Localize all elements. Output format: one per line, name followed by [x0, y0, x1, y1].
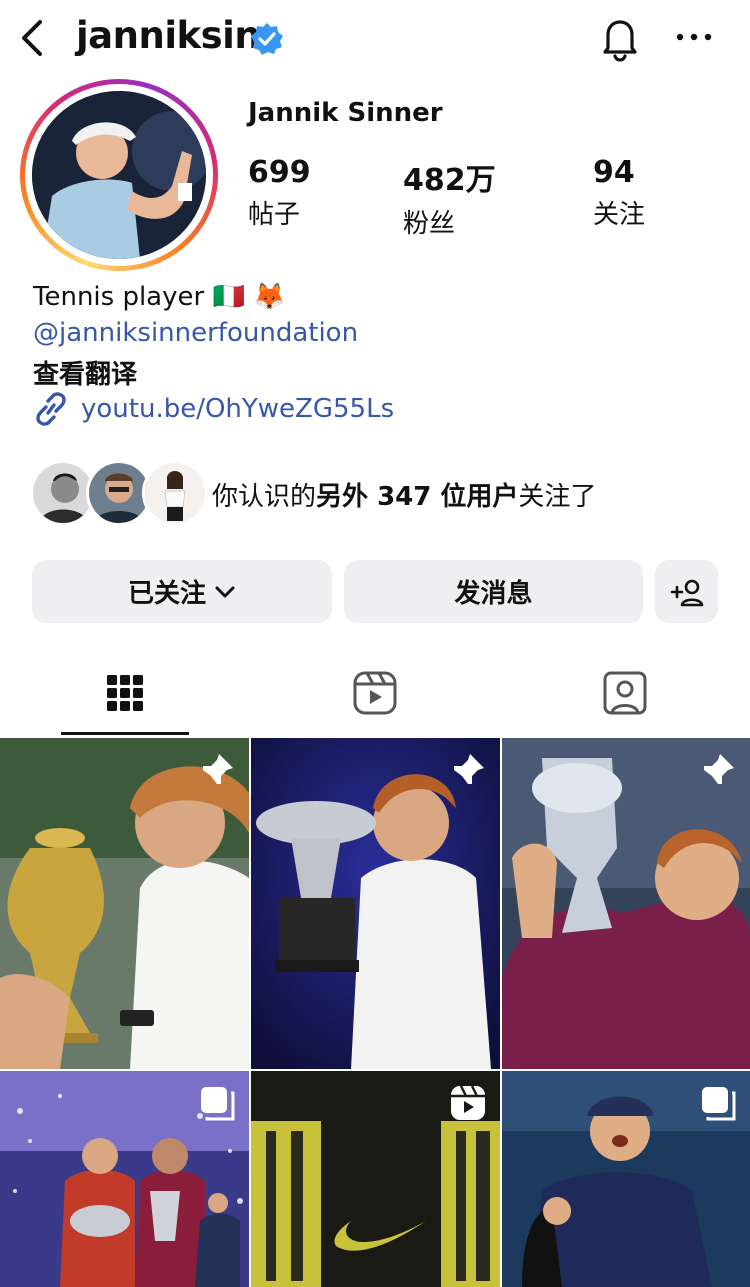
post-thumbnail[interactable] — [251, 1071, 500, 1287]
stat-following-value: 94 — [593, 155, 635, 190]
mutual-followers-text: 你认识的另外 347 位用户关注了 — [212, 476, 596, 513]
stat-followers-label: 粉丝 — [403, 209, 456, 239]
carousel-icon — [702, 1087, 736, 1121]
see-translation-link[interactable]: 查看翻译 — [33, 354, 137, 391]
reel-icon — [451, 1085, 485, 1120]
bio-text: Tennis player 🇮🇹 🦊 — [33, 282, 286, 312]
post-thumbnail[interactable] — [251, 738, 500, 1069]
stat-following[interactable]: 94 关注 — [593, 155, 645, 231]
chevron-down-icon — [215, 586, 235, 597]
post-thumbnail[interactable] — [0, 738, 249, 1069]
link-icon — [36, 392, 66, 426]
grid-icon — [107, 675, 143, 711]
message-button[interactable]: 发消息 — [344, 560, 643, 623]
reels-icon — [353, 671, 397, 715]
stat-followers[interactable]: 482万 粉丝 — [403, 155, 496, 240]
stat-posts[interactable]: 699 帖子 — [248, 155, 311, 231]
post-thumbnail[interactable] — [0, 1071, 249, 1287]
back-arrow-icon[interactable] — [14, 16, 50, 60]
posts-grid — [0, 738, 750, 1287]
verified-badge-icon — [251, 23, 283, 55]
pin-icon — [452, 754, 484, 786]
more-options-icon[interactable] — [672, 22, 716, 52]
mutual-avatar — [142, 460, 208, 526]
story-ring[interactable] — [20, 79, 218, 271]
post-thumbnail[interactable] — [502, 1071, 750, 1287]
avatar — [32, 91, 206, 259]
tab-tagged[interactable] — [500, 650, 750, 736]
carousel-icon — [201, 1087, 235, 1121]
add-person-icon — [670, 579, 703, 606]
tab-reels[interactable] — [250, 650, 500, 736]
notification-bell-icon[interactable] — [596, 14, 644, 62]
following-button[interactable]: 已关注 — [32, 560, 332, 623]
mutual-suffix: 关注了 — [518, 482, 597, 512]
suggest-users-button[interactable] — [655, 560, 718, 623]
pin-icon — [702, 754, 734, 786]
mutual-count: 另外 347 位用户 — [316, 482, 519, 512]
post-thumbnail[interactable] — [502, 738, 750, 1069]
stat-posts-label: 帖子 — [248, 200, 301, 230]
stat-following-label: 关注 — [593, 200, 646, 230]
following-label: 已关注 — [127, 579, 206, 609]
stat-followers-value: 482万 — [403, 163, 496, 198]
profile-tabs — [0, 650, 750, 736]
bio-external-link[interactable]: youtu.be/OhYweZG55Ls — [33, 392, 394, 426]
stat-posts-value: 699 — [248, 155, 311, 190]
message-label: 发消息 — [454, 579, 533, 609]
active-tab-indicator — [61, 732, 189, 735]
profile-full-name: Jannik Sinner — [248, 98, 443, 128]
profile-username: janniksin — [76, 14, 261, 57]
bio-link-text: youtu.be/OhYweZG55Ls — [81, 394, 395, 424]
mutual-prefix: 你认识的 — [212, 482, 317, 512]
pin-icon — [201, 754, 233, 786]
tab-posts[interactable] — [0, 650, 250, 736]
mutual-followers[interactable]: 你认识的另外 347 位用户关注了 — [30, 460, 730, 528]
bio-mention-link[interactable]: @janniksinnerfoundation — [33, 318, 358, 348]
tagged-icon — [603, 671, 647, 715]
top-bar: janniksin — [0, 0, 750, 78]
